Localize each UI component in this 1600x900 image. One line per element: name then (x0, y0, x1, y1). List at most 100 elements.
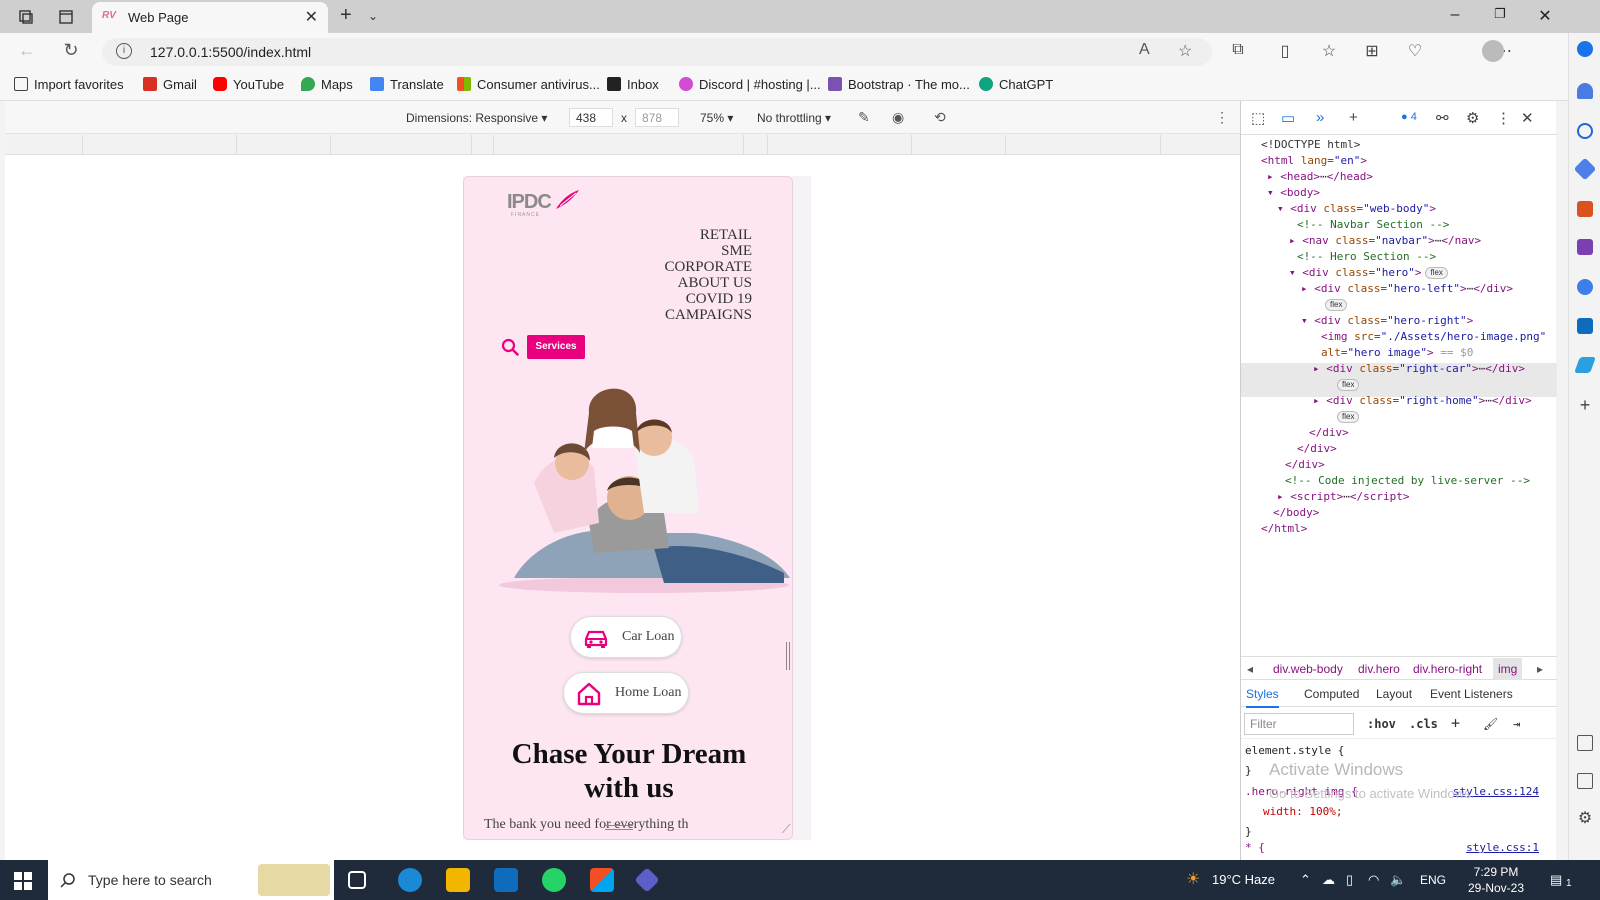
dom-node[interactable]: ▾ <div class="hero-right"> (1301, 313, 1473, 329)
issues-badge[interactable]: ● 4 (1401, 111, 1417, 123)
sidebar-layout-icon[interactable] (1577, 735, 1593, 751)
whatsapp-icon[interactable] (542, 868, 566, 892)
dom-node[interactable]: ▸ <div class="right-home">⋯</div> (1313, 393, 1532, 409)
extensions-icon[interactable]: ⧉ (1227, 41, 1249, 59)
task-view-icon[interactable] (348, 871, 366, 889)
outlook-icon[interactable] (1577, 318, 1593, 334)
dom-node[interactable]: <!DOCTYPE html> (1261, 137, 1360, 153)
width-input[interactable]: 438 (569, 108, 613, 127)
favorite-consumer-antivirus[interactable]: Consumer antivirus... (457, 77, 600, 92)
close-window-icon[interactable]: ✕ (1535, 6, 1555, 26)
nav-link-about-us[interactable]: ABOUT US (664, 275, 752, 291)
dom-node[interactable]: <!-- Hero Section --> (1297, 249, 1436, 265)
tab-actions-icon[interactable] (58, 9, 74, 25)
device-toolbar-more-icon[interactable]: ⋮ (1215, 109, 1229, 126)
open-external-icon[interactable] (1577, 773, 1593, 789)
favorite-gmail[interactable]: Gmail (143, 77, 197, 92)
nav-link-campaigns[interactable]: CAMPAIGNS (664, 307, 752, 323)
copilot-icon[interactable] (1577, 41, 1593, 57)
wifi-icon[interactable]: ◠ (1368, 872, 1379, 888)
windows-start-icon[interactable] (14, 872, 32, 890)
favorite-bootstrap[interactable]: Bootstrap · The mo... (828, 77, 970, 92)
microsoft-store-icon[interactable] (590, 868, 614, 892)
favorite-translate[interactable]: Translate (370, 77, 444, 92)
dom-node[interactable]: </div> (1309, 425, 1349, 441)
minimize-icon[interactable]: – (1445, 6, 1465, 24)
element-style-selector[interactable]: element.style { (1245, 741, 1344, 761)
language-indicator[interactable]: ENG (1420, 873, 1446, 887)
tab-layout[interactable]: Layout (1376, 687, 1412, 701)
dom-node[interactable]: </div> (1285, 457, 1325, 473)
weather-text[interactable]: 19°C Haze (1212, 872, 1275, 887)
favorites-icon[interactable]: ☆ (1318, 41, 1340, 61)
width-declaration[interactable]: width: 100%; (1263, 802, 1342, 822)
dom-node[interactable]: </div> (1297, 441, 1337, 457)
breadcrumb-hero-right[interactable]: div.hero-right (1413, 662, 1482, 676)
nav-link-retail[interactable]: RETAIL (664, 227, 752, 243)
weather-icon[interactable]: ☀ (1186, 869, 1200, 889)
vision-icon[interactable]: ◉ (892, 109, 904, 126)
refresh-icon[interactable]: ↻ (60, 40, 82, 61)
sidebar-settings-icon[interactable]: ⚙ (1577, 811, 1593, 827)
site-info-icon[interactable]: i (116, 43, 132, 59)
device-emulation-icon[interactable]: ▭ (1281, 109, 1295, 127)
tab-list-chevron-icon[interactable]: ⌄ (368, 9, 378, 23)
zoom-dropdown[interactable]: 75% ▾ (700, 111, 733, 125)
edge-taskbar-icon[interactable] (398, 868, 422, 892)
sidebar-search-icon[interactable] (1577, 123, 1593, 139)
restore-icon[interactable]: ❐ (1490, 6, 1510, 22)
notifications-bell-icon[interactable] (1577, 83, 1593, 99)
new-tab-icon[interactable]: + (340, 4, 352, 27)
outlook-taskbar-icon[interactable] (494, 868, 518, 892)
tab-computed[interactable]: Computed (1304, 687, 1359, 701)
favorite-star-icon[interactable]: ☆ (1178, 41, 1192, 61)
styles-filter-input[interactable]: Filter (1244, 713, 1354, 735)
connect-icon[interactable]: ⚯ (1436, 109, 1449, 127)
breadcrumb-scroll-right-icon[interactable]: ▸ (1537, 662, 1543, 676)
dom-node[interactable]: ▾ <body> (1267, 185, 1320, 201)
class-toggle[interactable]: .cls (1409, 717, 1438, 731)
volume-icon[interactable]: 🔈 (1390, 872, 1406, 888)
favorite-youtube[interactable]: YouTube (213, 77, 284, 92)
dom-node[interactable]: <!-- Code injected by live-server --> (1285, 473, 1530, 489)
address-bar[interactable]: i 127.0.0.1:5500/index.html A ☆ (102, 38, 1212, 66)
tab-styles[interactable]: Styles (1246, 687, 1279, 708)
dom-node[interactable]: ▸ <script>⋯</script> (1277, 489, 1409, 505)
favorite-chatgpt[interactable]: ChatGPT (979, 77, 1053, 92)
back-icon[interactable]: ← (16, 40, 38, 61)
dom-node[interactable]: ▸ <div class="right-car">⋯</div> (1313, 361, 1525, 377)
tab-event-listeners[interactable]: Event Listeners (1430, 687, 1513, 701)
paint-brush-icon[interactable]: 🖌 (1483, 717, 1498, 731)
microsoft-365-icon[interactable] (1577, 279, 1593, 295)
send-icon[interactable] (1574, 357, 1596, 373)
tools-briefcase-icon[interactable] (1577, 201, 1593, 217)
viewport-resize-handle[interactable] (786, 642, 790, 670)
viewport-resize-corner-icon[interactable]: ⟋ (782, 822, 790, 837)
nav-link-sme[interactable]: SME (664, 243, 752, 259)
dom-node-img[interactable]: <img src="./Assets/hero-image.png" (1321, 329, 1546, 345)
favorite-maps[interactable]: Maps (301, 77, 353, 92)
media-query-ruler[interactable] (5, 135, 1240, 155)
file-explorer-icon[interactable] (446, 868, 470, 892)
tab-web-page[interactable]: RV Web Page ✕ (92, 2, 328, 33)
dom-node[interactable]: </body> (1273, 505, 1319, 521)
tab-close-icon[interactable]: ✕ (305, 7, 318, 27)
workspaces-icon[interactable] (18, 9, 34, 25)
new-style-rule-icon[interactable]: + (1451, 714, 1460, 732)
breadcrumb-scroll-left-icon[interactable]: ◂ (1247, 662, 1253, 676)
services-button[interactable]: Services (527, 335, 585, 359)
dom-node[interactable]: ▸ <nav class="navbar">⋯</nav> (1289, 233, 1481, 249)
add-sidebar-app-icon[interactable]: + (1577, 396, 1593, 414)
taskbar-clock[interactable]: 7:29 PM 29-Nov-23 (1468, 864, 1524, 896)
ipdc-logo[interactable]: IPDC (507, 191, 552, 214)
nav-link-covid-19[interactable]: COVID 19 (664, 291, 752, 307)
favorite-import[interactable]: Import favorites (14, 77, 124, 92)
breadcrumb-img[interactable]: img (1493, 658, 1523, 680)
taskbar-search-box[interactable]: Type here to search (48, 860, 334, 900)
collections-icon[interactable]: ⊞ (1361, 41, 1383, 61)
dom-node[interactable]: <!-- Navbar Section --> (1297, 217, 1449, 233)
close-devtools-icon[interactable]: ✕ (1521, 109, 1534, 127)
viewport-resize-bottom-handle[interactable] (605, 825, 633, 830)
show-hidden-icons-icon[interactable]: ⌃ (1300, 872, 1311, 888)
dom-node-img-alt[interactable]: alt="hero image"> == $0 (1321, 345, 1473, 361)
